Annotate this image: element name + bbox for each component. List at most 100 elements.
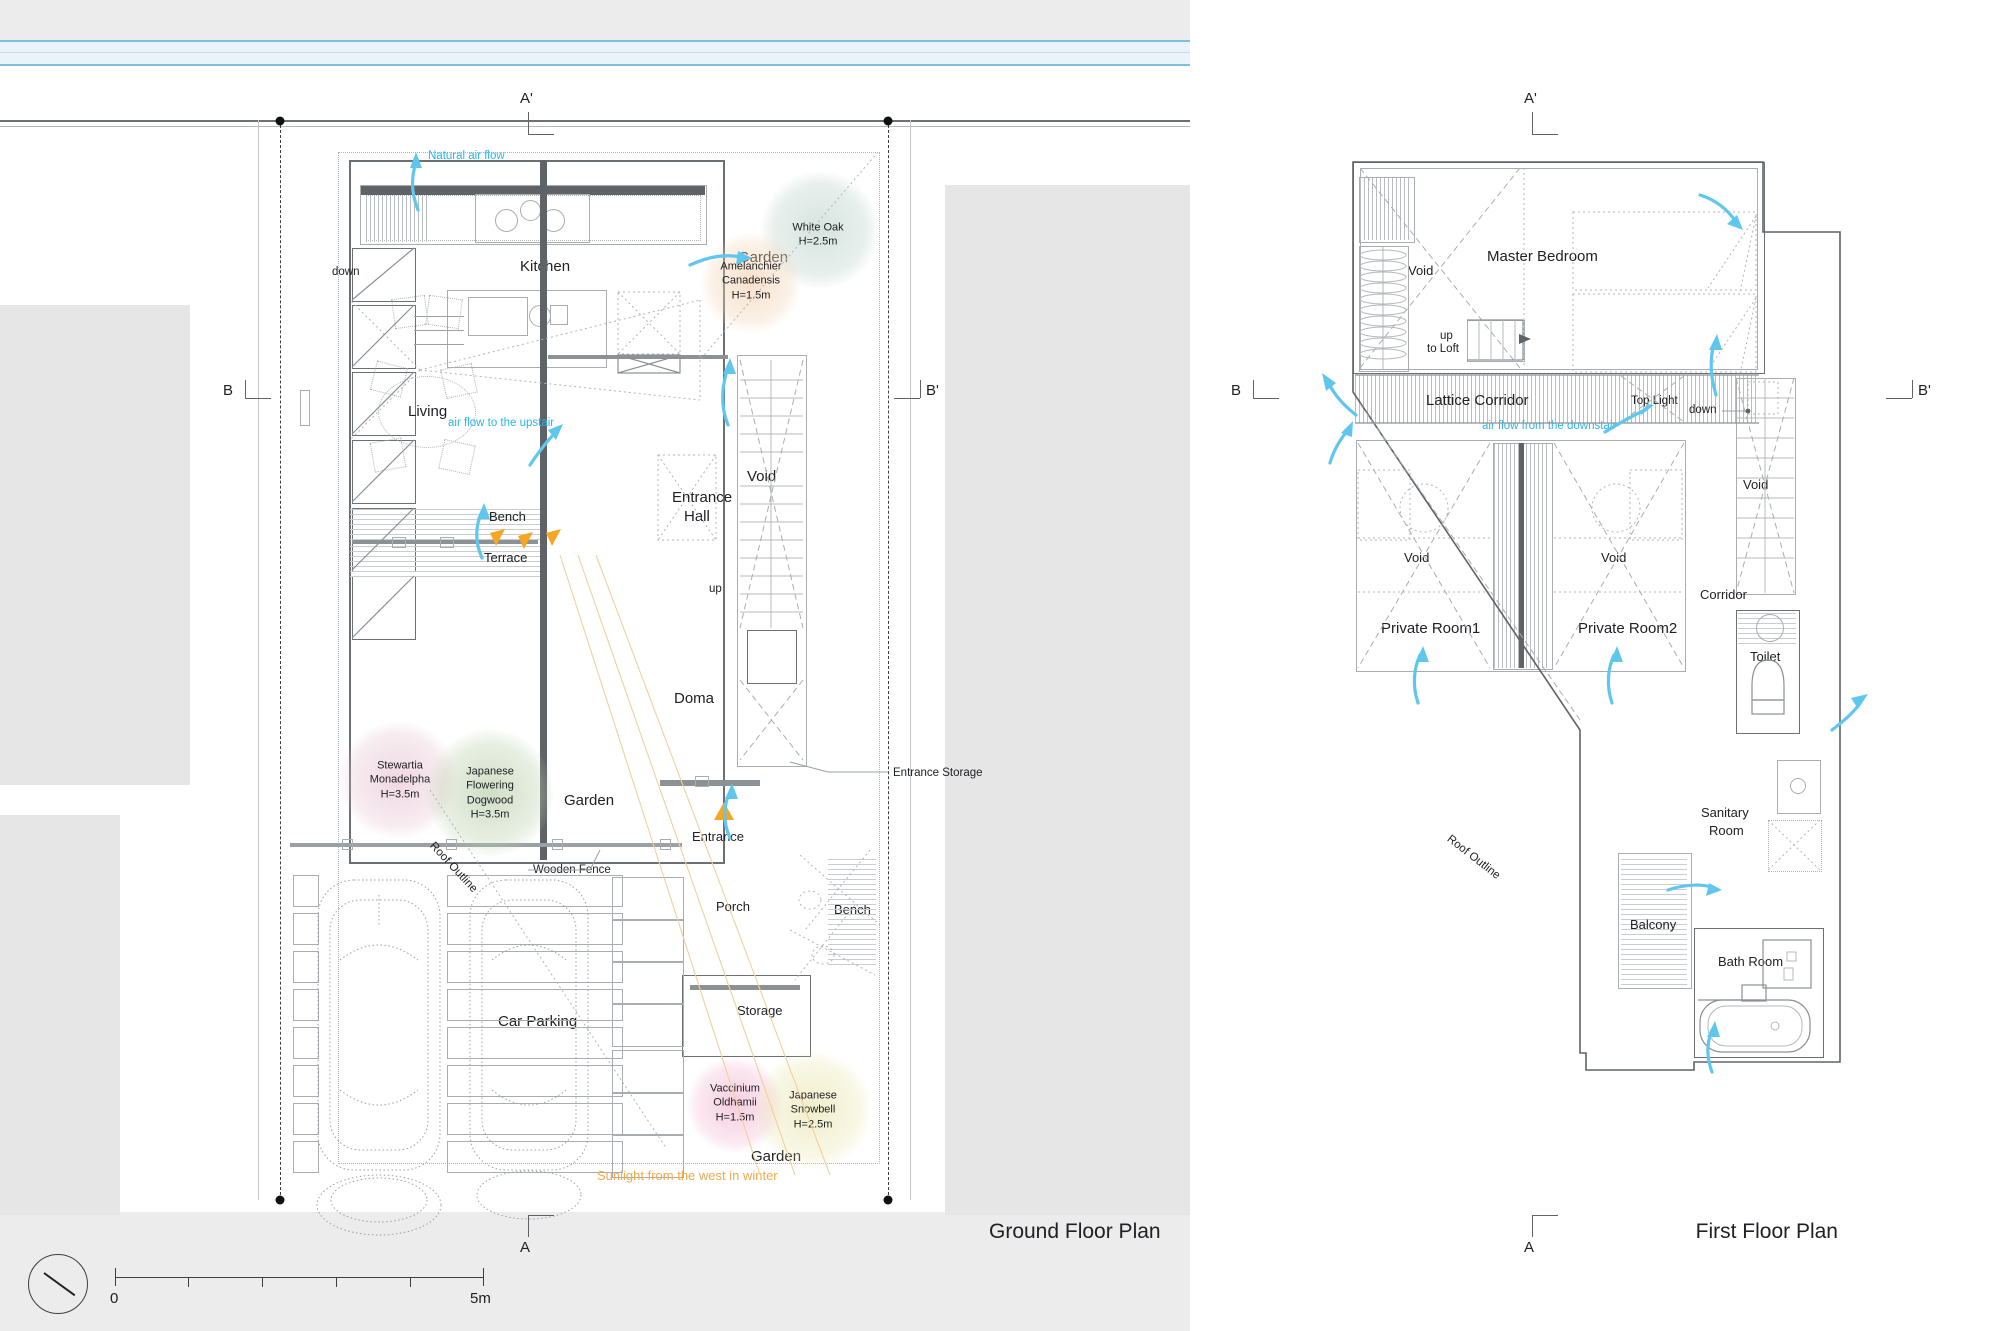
section-label-b-ground: B	[223, 382, 234, 399]
section-label-b-first: B	[1231, 382, 1242, 399]
garden-north-fence	[548, 355, 728, 359]
window-bay-west-1	[352, 248, 416, 302]
boundary-node-west	[275, 116, 285, 126]
sofa-2	[425, 294, 463, 330]
fence-post-3	[552, 839, 563, 850]
paving-r-2	[612, 919, 684, 963]
kitchen-sink	[468, 297, 528, 336]
stair-down-tread-3	[414, 344, 464, 345]
boundary-node-east-south	[883, 1195, 893, 1205]
plant-name-dogwood-3: Dogwood	[466, 794, 514, 806]
room-label-void-stair: Void	[1743, 477, 1769, 492]
plant-label-snowbell: Japanese Snowbell H=2.5m	[789, 1089, 837, 1132]
room-label-top-light: Top Light	[1631, 395, 1678, 407]
loft-stair-outline	[1467, 320, 1525, 362]
plant-name-stewartia-1: Stewartia	[377, 759, 423, 772]
scale-label-end: 5m	[470, 1290, 491, 1307]
stair-down-label-ground: down	[332, 266, 360, 278]
plan-title-first: First Floor Plan	[1695, 1220, 1838, 1243]
room-label-porch: Porch	[716, 899, 750, 914]
room-label-void-ground: Void	[747, 468, 777, 485]
scale-tick-2	[262, 1277, 263, 1287]
paving-l-3	[447, 951, 623, 983]
room-label-void-right: Void	[1601, 550, 1627, 565]
room-label-entrance-hall-line1: Entrance	[672, 489, 733, 506]
plan-title-ground: Ground Floor Plan	[989, 1220, 1161, 1243]
scale-tick-5	[483, 1268, 484, 1286]
room-label-bench: Bench	[489, 509, 526, 524]
toilet-basin	[1756, 614, 1784, 642]
plant-label-vaccinium: Vaccinium Oldhamii H=1.5m	[710, 1082, 760, 1125]
plant-height-dogwood: H=3.5m	[470, 808, 510, 821]
tv-unit	[300, 390, 310, 426]
boundary-node-east	[883, 116, 893, 126]
room-label-entrance: Entrance	[692, 829, 745, 844]
paving-l-4	[447, 989, 623, 1021]
plant-label-stewartia: Stewartia Monadelpha H=3.5m	[370, 759, 431, 802]
room-label-toilet: Toilet	[1750, 649, 1781, 664]
plant-height-snowbell: H=2.5m	[793, 1118, 833, 1131]
plant-name-amelanchier-2: Canadensis	[721, 274, 781, 287]
paving-r-3	[612, 961, 684, 1005]
terrace-door-slider-1	[392, 537, 406, 548]
stair-up-to-loft-line2: to Loft	[1427, 343, 1459, 355]
section-label-b-prime-ground: B'	[926, 382, 939, 399]
room-label-lattice-corridor: Lattice Corridor	[1426, 392, 1529, 409]
room-label-balcony: Balcony	[1630, 917, 1677, 932]
plant-name-dogwood-1: Japanese	[466, 765, 514, 778]
scale-tick-3	[336, 1277, 337, 1287]
road-band	[0, 40, 1190, 66]
chair-4	[438, 439, 476, 475]
callout-entrance-storage: Entrance Storage	[893, 767, 983, 779]
room-label-sanitary-line2: Room	[1709, 823, 1744, 838]
section-label-a-prime-first: A'	[1524, 90, 1537, 107]
entrance-door-panel	[695, 776, 709, 787]
plant-name-stewartia-2: Monadelpha	[369, 773, 431, 786]
section-label-a-ground: A	[520, 1239, 531, 1256]
cooktop-burner-top	[520, 200, 541, 221]
boundary-ladder-west	[258, 120, 259, 1200]
spiral-stair-outline	[1359, 246, 1409, 372]
paving-l-2	[447, 913, 623, 945]
boundary-node-west-south	[275, 1195, 285, 1205]
kitchen-sink-drainer	[550, 305, 568, 325]
neighbour-block-east	[945, 185, 1190, 1215]
porch-bench-hatch	[828, 855, 876, 965]
site-boundary-west	[280, 120, 281, 1200]
room-label-void-bedroom: Void	[1408, 263, 1434, 278]
site-boundary-top-inner	[0, 126, 1190, 127]
site-boundary-east	[888, 120, 889, 1200]
internal-wall-vertical	[540, 160, 547, 860]
room-label-corridor: Corridor	[1700, 587, 1747, 602]
room-label-private-room-1: Private Room1	[1381, 620, 1481, 637]
paving-l-6	[447, 1065, 623, 1097]
sanitary-washbasin-bowl	[1790, 778, 1806, 794]
plant-name-vaccinium-2: Oldhamii	[713, 1096, 757, 1109]
paving-r-1	[612, 877, 684, 921]
annotation-sunlight-west-winter: Sunlight from the west in winter	[597, 1168, 778, 1183]
sofa-1	[391, 294, 429, 330]
road-kerb-line	[0, 52, 1190, 53]
stair-down-label-first: down	[1689, 404, 1717, 416]
paving-edge-1	[293, 875, 319, 907]
plant-name-vaccinium-1: Vaccinium	[710, 1082, 760, 1095]
plant-name-white-oak: White Oak	[792, 221, 844, 234]
room-label-doma: Doma	[674, 690, 715, 707]
road-edge-line-bottom	[0, 64, 1190, 66]
section-label-b-prime-first: B'	[1918, 382, 1931, 399]
room-label-bath-room: Bath Room	[1718, 954, 1784, 969]
sanitary-washer	[1768, 820, 1822, 872]
room-label-entrance-hall-line2: Hall	[684, 508, 710, 525]
scale-label-start: 0	[110, 1290, 119, 1307]
paving-r-4	[612, 1003, 684, 1047]
scale-tick-4	[410, 1277, 411, 1287]
annotation-air-flow-upstair: air flow to the upstair	[448, 417, 555, 429]
plant-label-dogwood: Japanese Flowering Dogwood H=3.5m	[466, 764, 514, 821]
plant-height-stewartia: H=3.5m	[380, 788, 420, 801]
paving-edge-3	[293, 951, 319, 983]
stair-up-label-ground: up	[709, 583, 722, 595]
room-label-storage: Storage	[737, 1003, 783, 1018]
fence-post-1	[342, 839, 353, 850]
plant-height-amelanchier: H=1.5m	[731, 289, 771, 302]
plant-name-amelanchier-1: Amelanchier	[720, 260, 782, 273]
